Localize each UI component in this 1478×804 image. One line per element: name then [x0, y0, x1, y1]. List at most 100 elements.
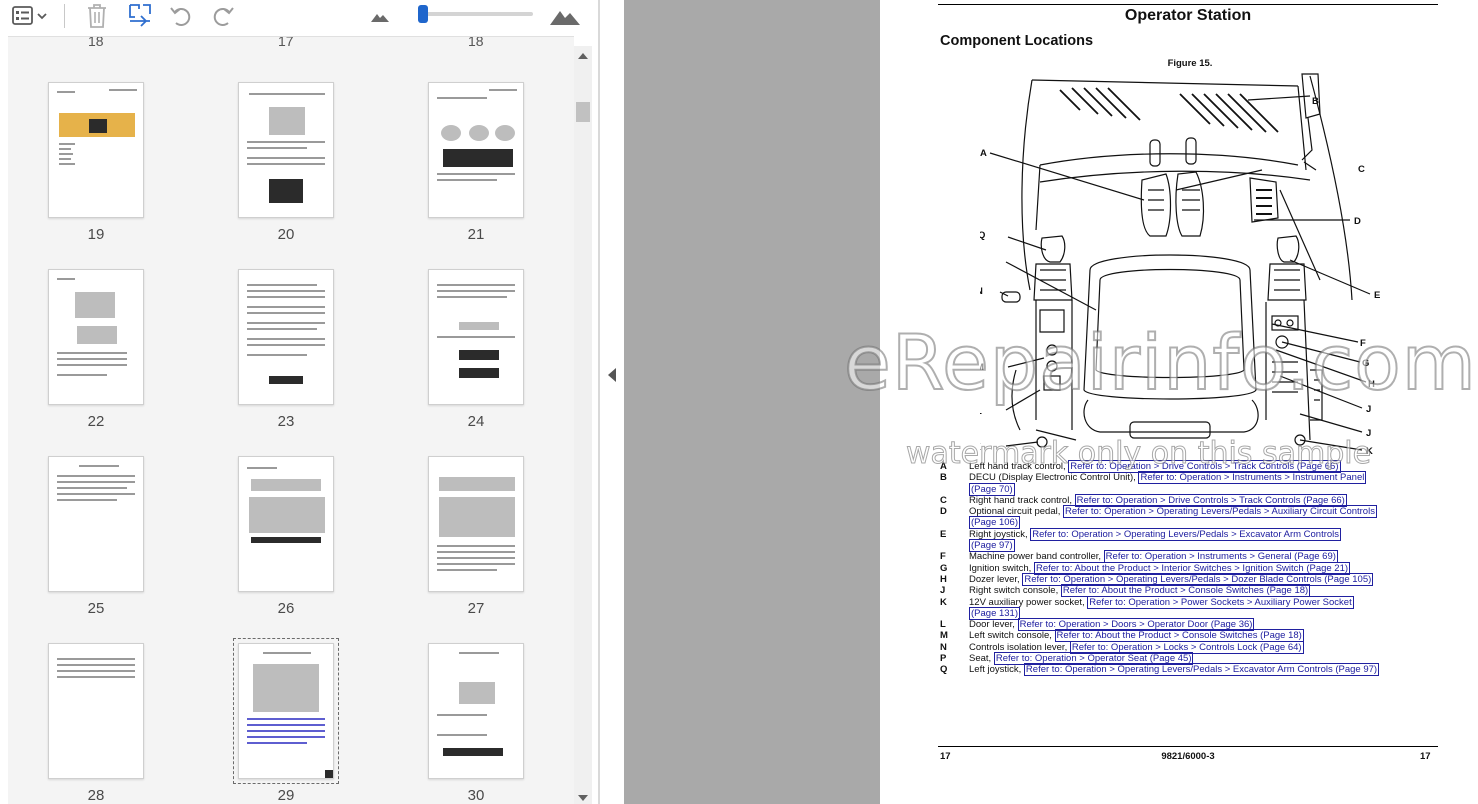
page-number-label: 29 [277, 787, 295, 804]
page-title: Operator Station [1124, 7, 1252, 24]
legend-text: Machine power band controller, [969, 551, 1104, 563]
legend-row: F Machine power band controller, Refer to… [940, 550, 1440, 564]
callout-q: Q [980, 230, 985, 241]
legend-text: Left switch console, [969, 630, 1055, 642]
extract-pages-icon [129, 4, 151, 27]
thumbnail-cut-label: 18 [88, 36, 104, 49]
scroll-up-arrow-icon[interactable] [577, 52, 589, 60]
page-thumbnail-24[interactable] [428, 269, 524, 405]
callout-p: P [980, 258, 981, 269]
large-mountain-icon [550, 11, 580, 25]
legend-letter: H [940, 573, 947, 585]
page-thumbnail-23[interactable] [238, 269, 334, 405]
cross-reference-link[interactable]: Refer to: Operation > Operating Levers/P… [1063, 505, 1377, 519]
page-number-label: 27 [467, 600, 485, 617]
legend-description: Right switch console, Refer to: About th… [969, 584, 1440, 598]
page-thumbnail-27[interactable] [428, 456, 524, 592]
watermark-subtext: watermark only on this sample [905, 436, 1372, 472]
page-number-label: 19 [87, 226, 105, 243]
callout-c: C [1358, 164, 1365, 175]
page-thumbnail-19[interactable] [48, 82, 144, 218]
legend-letter: N [940, 641, 947, 653]
legend-text: Right hand track control, [969, 494, 1075, 506]
section-heading: Component Locations [940, 33, 1094, 49]
view-mode-button[interactable] [8, 2, 54, 30]
legend-description: Right joystick, Refer to: Operation > Op… [969, 527, 1440, 553]
legend-text: Right switch console, [969, 585, 1061, 597]
cross-reference-link[interactable]: Refer to: Operation > Power Sockets > Au… [1087, 595, 1354, 609]
thumbnail-panel: 18 17 18 19 20 21 22 23 24 25 26 27 28 2… [8, 36, 574, 804]
scrollbar-thumb[interactable] [576, 102, 590, 122]
legend-letter: L [940, 619, 946, 631]
panel-divider[interactable] [598, 0, 600, 804]
zoom-slider-thumb[interactable] [418, 5, 429, 23]
component-legend: A Left hand track control, Refer to: Oper… [940, 460, 1440, 677]
legend-description: Optional circuit pedal, Refer to: Operat… [969, 505, 1440, 530]
page-number-label: 28 [87, 787, 105, 804]
legend-letter: K [940, 596, 947, 608]
rotate-left-button[interactable] [166, 2, 196, 30]
legend-letter: F [940, 551, 946, 563]
callout-l: L [980, 406, 982, 417]
page-thumbnail-26[interactable] [238, 456, 334, 592]
cross-reference-link-page[interactable]: (Page 106) [969, 516, 1021, 530]
chevron-left-icon [608, 368, 616, 382]
cross-reference-link-page[interactable]: (Page 131) [969, 606, 1021, 620]
cross-reference-link[interactable]: Refer to: Operation > Instruments > Inst… [1138, 471, 1367, 485]
rotate-right-icon [213, 7, 234, 26]
page-number-label: 26 [277, 600, 295, 617]
zoom-slider[interactable] [418, 5, 533, 23]
page-thumbnail-30[interactable] [428, 643, 524, 779]
collapse-panel-button[interactable] [603, 364, 621, 386]
footer-rule [938, 746, 1438, 747]
footer-document-id: 9821/6000-3 [1161, 751, 1215, 762]
thumbnail-cut-label: 17 [278, 36, 294, 49]
toolbar-separator [64, 4, 65, 28]
rotate-right-button[interactable] [208, 2, 238, 30]
footer-page-number-right: 17 [1420, 751, 1431, 762]
page-thumbnail-25[interactable] [48, 456, 144, 592]
legend-letter: Q [940, 664, 948, 676]
figure-label: Figure 15. [1167, 58, 1213, 69]
page-thumbnail-22[interactable] [48, 269, 144, 405]
legend-row: Q Left joystick, Refer to: Operation > Op… [940, 663, 1440, 677]
delete-page-button[interactable] [82, 2, 112, 30]
legend-text: 12V auxiliary power socket, [969, 596, 1088, 608]
legend-description: Left joystick, Refer to: Operation > Ope… [969, 663, 1440, 677]
legend-row: J Right switch console, Refer to: About t… [940, 584, 1440, 598]
legend-letter: J [940, 585, 946, 597]
document-viewer[interactable]: Operator Station Component Locations Fig… [624, 0, 1478, 804]
legend-row: E Right joystick, Refer to: Operation > O… [940, 527, 1440, 553]
header-rule [938, 4, 1438, 5]
toolbar [0, 0, 600, 36]
small-mountain-icon [371, 14, 389, 22]
zoom-out-button[interactable] [368, 2, 392, 30]
cross-reference-link[interactable]: Refer to: Operation > Operating Levers/P… [1023, 663, 1380, 677]
page-number-label: 25 [87, 600, 105, 617]
legend-letter: M [940, 630, 948, 642]
legend-text: Left joystick, [969, 664, 1024, 676]
scroll-down-arrow-icon[interactable] [577, 794, 589, 802]
callout-a: A [980, 148, 987, 159]
page-thumbnail-28[interactable] [48, 643, 144, 779]
page-thumbnail-20[interactable] [238, 82, 334, 218]
page-thumbnail-21[interactable] [428, 82, 524, 218]
zoom-in-button[interactable] [548, 2, 582, 30]
rotate-left-icon [170, 7, 191, 26]
legend-text: Door lever, [969, 619, 1018, 631]
cross-reference-link-page[interactable]: (Page 70) [969, 482, 1015, 496]
extract-pages-button[interactable] [124, 2, 156, 30]
thumbnail-scrollbar[interactable] [574, 46, 592, 804]
page-number-label: 20 [277, 226, 295, 243]
legend-letter: P [940, 653, 947, 665]
legend-row: K 12V auxiliary power socket, Refer to: O… [940, 595, 1440, 620]
list-view-icon [12, 6, 47, 25]
legend-row: B DECU (Display Electronic Control Unit),… [940, 471, 1440, 496]
cross-reference-link[interactable]: Refer to: Operation > Operating Levers/P… [1030, 527, 1342, 541]
legend-letter: C [940, 494, 947, 506]
legend-letter: D [940, 506, 947, 518]
page-number-label: 30 [467, 787, 485, 804]
legend-letter: G [940, 562, 948, 574]
legend-description: 12V auxiliary power socket, Refer to: Op… [969, 595, 1440, 620]
page-thumbnail-29[interactable] [233, 638, 339, 784]
